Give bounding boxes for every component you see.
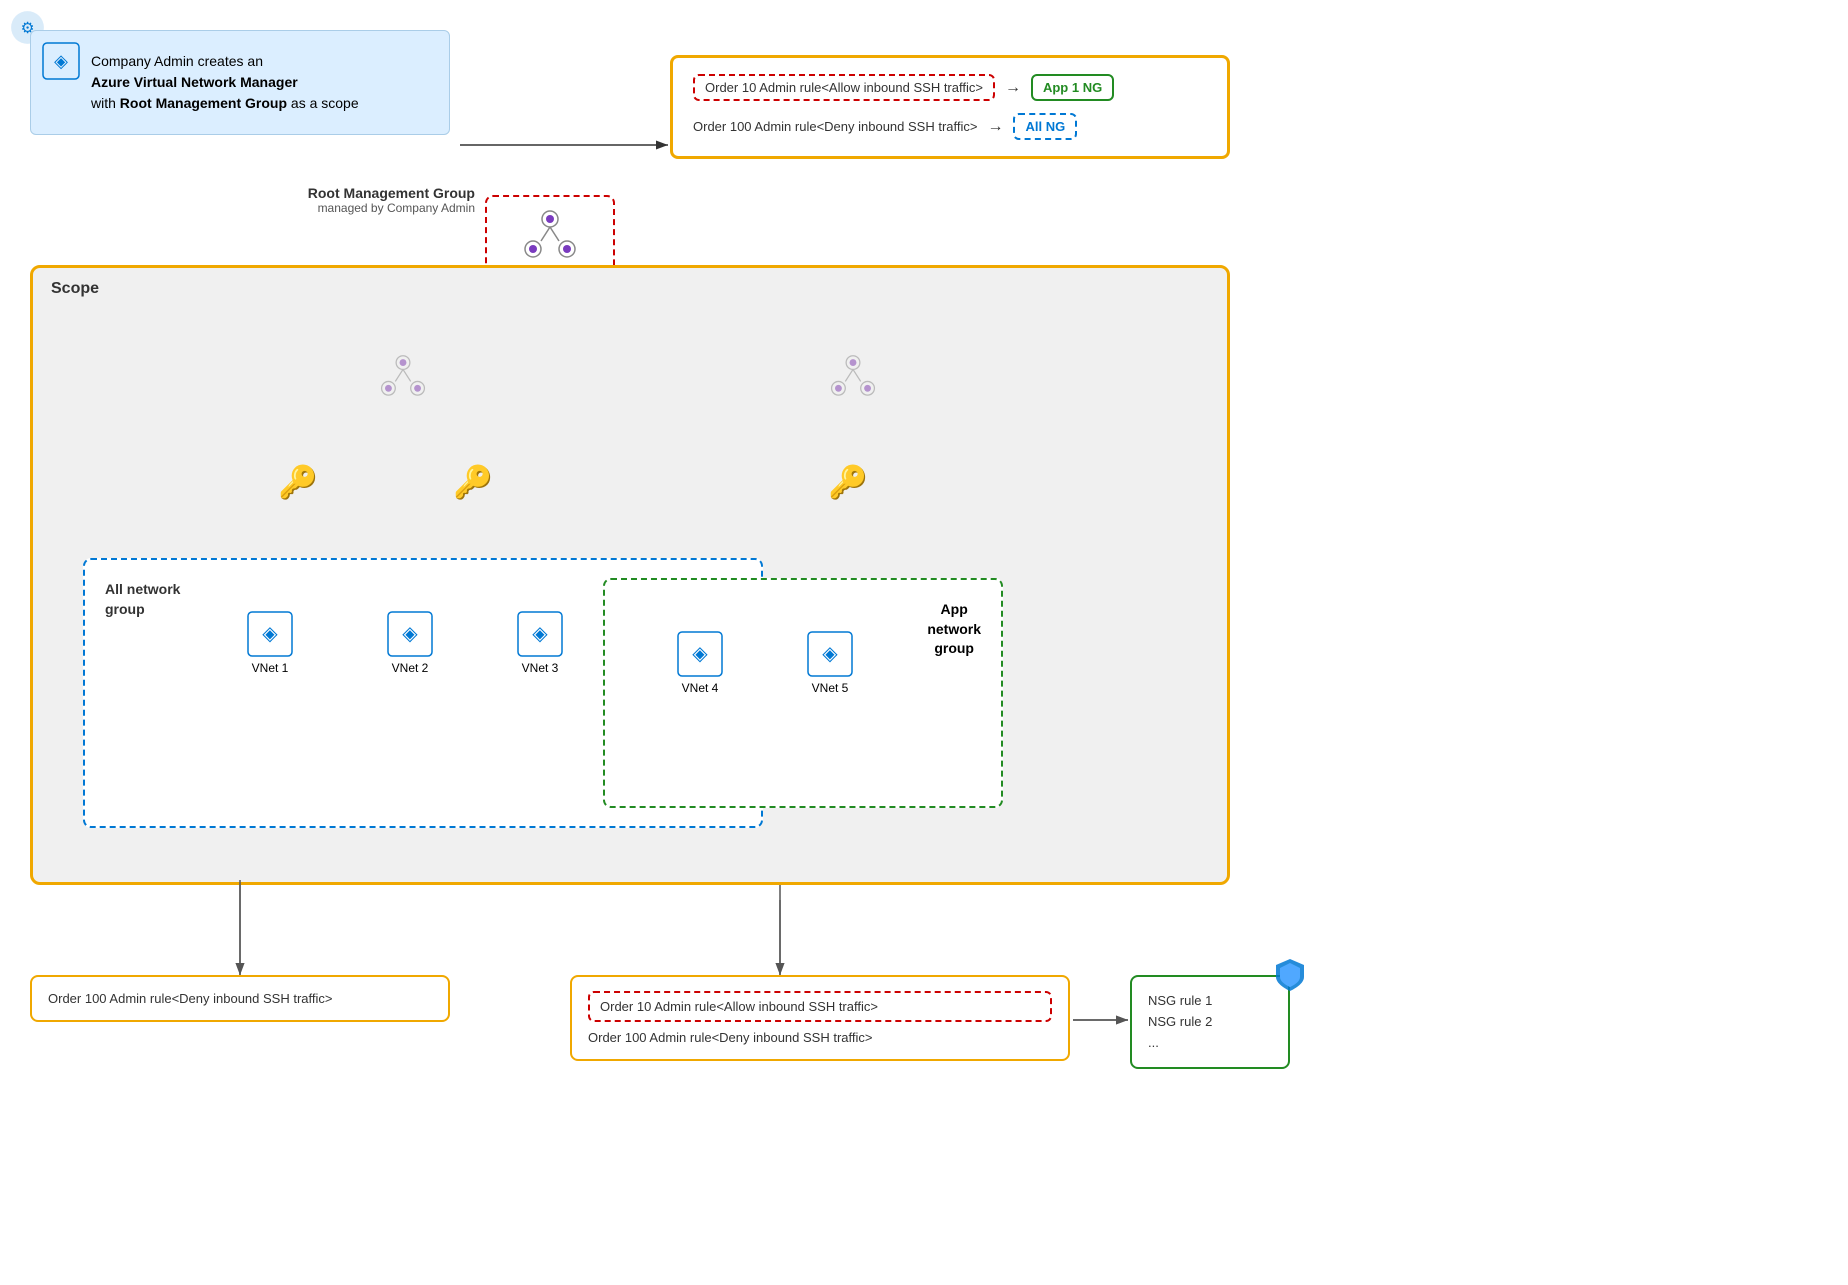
key-icon-3: 🔑 — [828, 463, 868, 501]
rule2-text: Order 100 Admin rule<Deny inbound SSH tr… — [693, 119, 977, 134]
company-admin-line3: as a scope — [291, 95, 359, 111]
bottom-right-rule1: Order 10 Admin rule<Allow inbound SSH tr… — [588, 991, 1052, 1022]
svg-text:◈: ◈ — [262, 623, 278, 645]
rule2-arrow: → — [987, 118, 1003, 136]
company-admin-line1: Company Admin creates an — [91, 53, 263, 69]
vnet5-label: VNet 5 — [795, 681, 865, 695]
vnet4-icon: ◈ — [676, 630, 724, 678]
rule-line-2: Order 100 Admin rule<Deny inbound SSH tr… — [693, 113, 1207, 140]
vnet1-label: VNet 1 — [235, 661, 305, 675]
vnet3-item: ◈ VNet 3 — [505, 610, 575, 675]
bottom-right-rule-box: Order 10 Admin rule<Allow inbound SSH tr… — [570, 975, 1070, 1061]
bottom-left-rule-text: Order 100 Admin rule<Deny inbound SSH tr… — [48, 991, 332, 1006]
vnet3-label: VNet 3 — [505, 661, 575, 675]
vnet5-icon: ◈ — [806, 630, 854, 678]
vnet2-label: VNet 2 — [375, 661, 445, 675]
vnet2-item: ◈ VNet 2 — [375, 610, 445, 675]
diagram-container: ⚙ ◈ Company Admin creates an Azure Virtu… — [0, 0, 1848, 1285]
rule1-text: Order 10 Admin rule<Allow inbound SSH tr… — [693, 74, 995, 101]
nsg-box: NSG rule 1 NSG rule 2 ... — [1130, 975, 1290, 1069]
company-admin-box: ◈ Company Admin creates an Azure Virtual… — [30, 30, 450, 135]
nsg-shield-icon — [1272, 957, 1308, 1000]
root-mg-icon — [515, 207, 585, 267]
left-mg-icon — [373, 348, 433, 411]
vnet1-item: ◈ VNet 1 — [235, 610, 305, 675]
scope-label: Scope — [51, 280, 99, 298]
app1-ng-badge: App 1 NG — [1031, 74, 1114, 101]
company-admin-bold1: Azure Virtual Network Manager — [91, 74, 298, 90]
rule-line-1: Order 10 Admin rule<Allow inbound SSH tr… — [693, 74, 1207, 101]
right-mg-svg — [823, 348, 883, 408]
bottom-right-rule1-text: Order 10 Admin rule<Allow inbound SSH tr… — [600, 999, 878, 1014]
azure-icon: ◈ — [41, 41, 81, 81]
company-admin-bold2: Root Management Group — [120, 95, 287, 111]
key-icon-2: 🔑 — [453, 463, 493, 501]
rule1-arrow: → — [1005, 79, 1021, 97]
left-mg-svg — [373, 348, 433, 408]
key-icon-1: 🔑 — [278, 463, 318, 501]
root-mg-sublabel: managed by Company Admin — [290, 201, 475, 215]
right-mg-icon — [823, 348, 883, 411]
svg-text:◈: ◈ — [692, 643, 708, 665]
company-admin-text: Company Admin creates an Azure Virtual N… — [91, 51, 429, 114]
vnet2-icon: ◈ — [386, 610, 434, 658]
nsg-more: ... — [1148, 1033, 1272, 1054]
vnet1-icon: ◈ — [246, 610, 294, 658]
app-ng-label: Appnetworkgroup — [927, 600, 981, 659]
all-ng-badge: All NG — [1013, 113, 1077, 140]
svg-text:◈: ◈ — [822, 643, 838, 665]
root-mg-name: Root Management Group — [290, 185, 475, 201]
bottom-right-rule2-text: Order 100 Admin rule<Deny inbound SSH tr… — [588, 1030, 872, 1045]
nsg-rule2: NSG rule 2 — [1148, 1012, 1272, 1033]
app-ng-box: Appnetworkgroup ◈ VNet 4 ◈ VNet 5 — [603, 578, 1003, 808]
vnet3-icon: ◈ — [516, 610, 564, 658]
nsg-rule1: NSG rule 1 — [1148, 991, 1272, 1012]
root-mg-label-text: Root Management Group managed by Company… — [290, 185, 475, 215]
company-admin-line2: with — [91, 95, 116, 111]
svg-text:◈: ◈ — [54, 51, 68, 71]
vnet5-item: ◈ VNet 5 — [795, 630, 865, 695]
vnet4-item: ◈ VNet 4 — [665, 630, 735, 695]
vnet4-label: VNet 4 — [665, 681, 735, 695]
svg-text:◈: ◈ — [402, 623, 418, 645]
bottom-right-rule2: Order 100 Admin rule<Deny inbound SSH tr… — [588, 1030, 1052, 1045]
scope-box: Scope — [30, 265, 1230, 885]
all-ng-label: All network group — [105, 580, 185, 619]
bottom-left-rule-box: Order 100 Admin rule<Deny inbound SSH tr… — [30, 975, 450, 1022]
top-rules-box: Order 10 Admin rule<Allow inbound SSH tr… — [670, 55, 1230, 159]
svg-text:◈: ◈ — [532, 623, 548, 645]
